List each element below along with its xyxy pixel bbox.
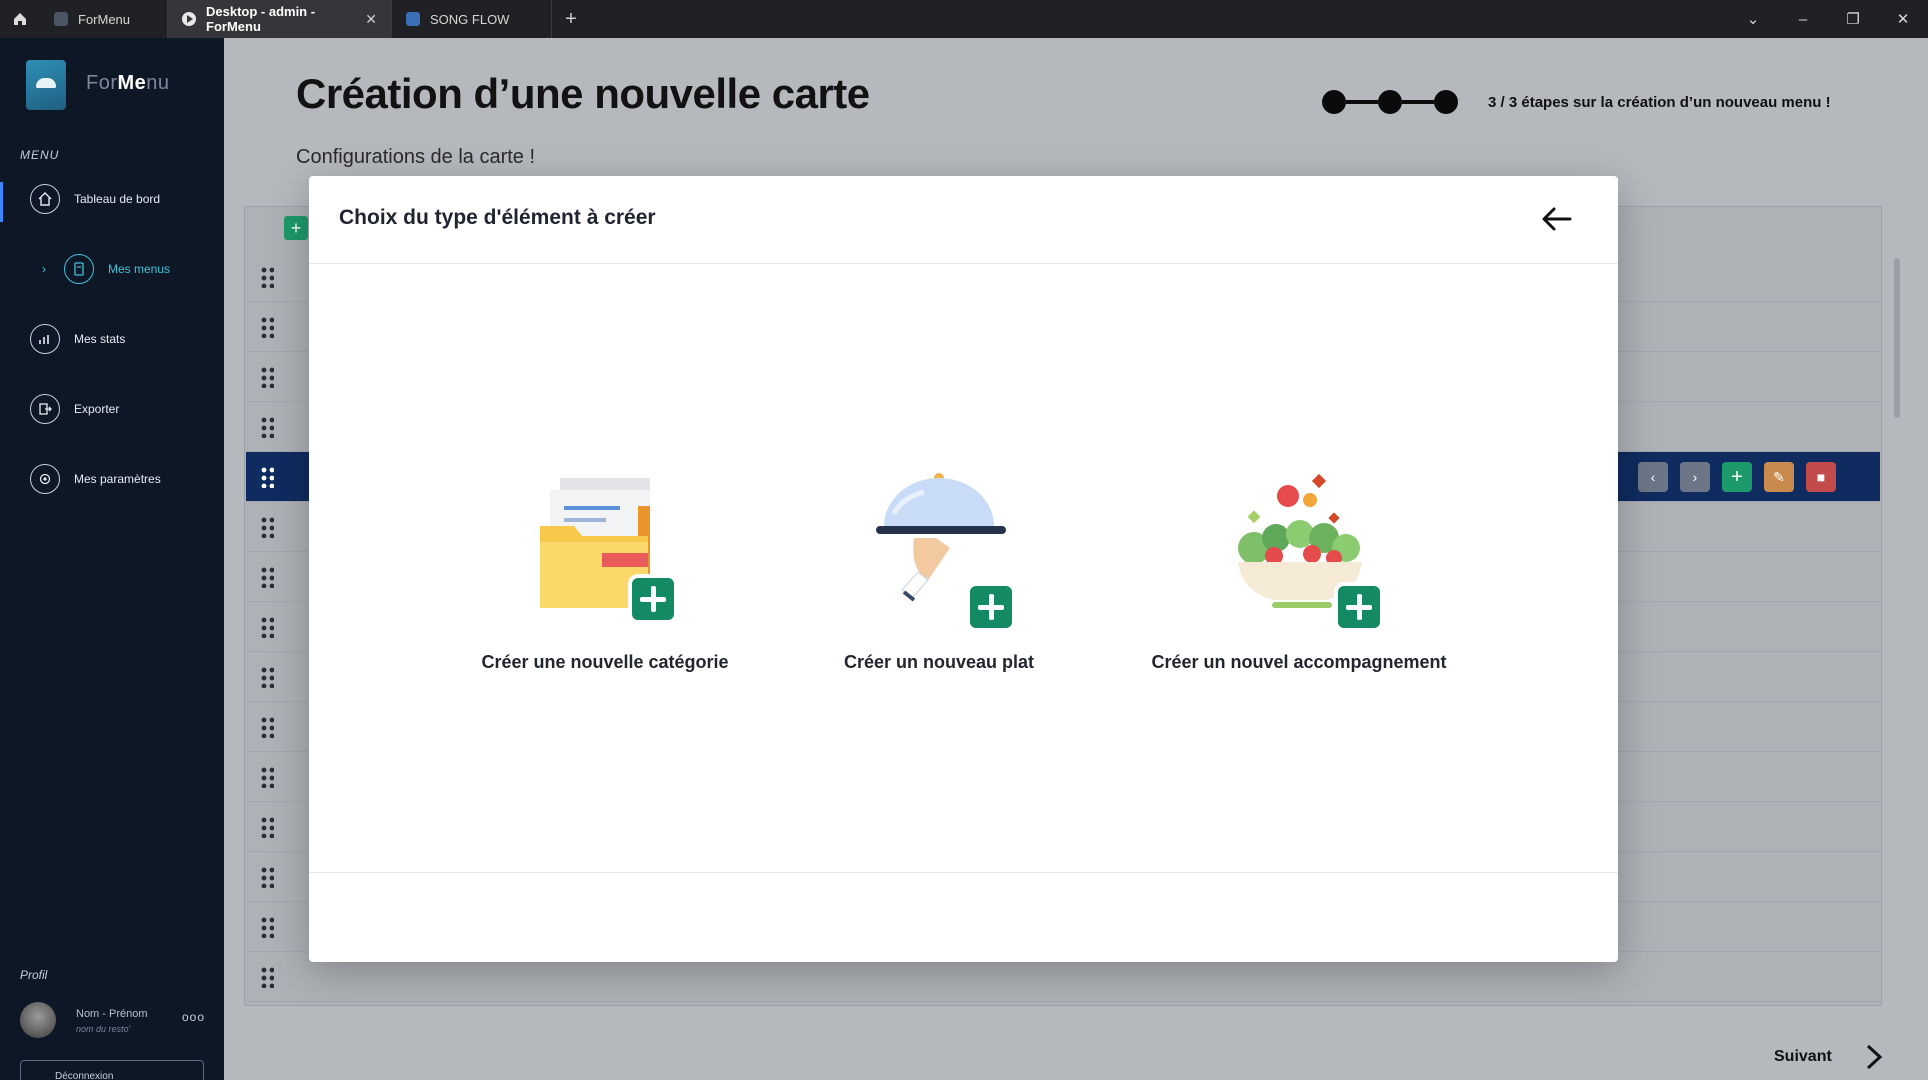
close-window-icon[interactable]: ✕ [1878, 10, 1928, 28]
create-side-dish-option[interactable]: Créer un nouvel accompagnement [1149, 458, 1449, 673]
drag-handle-icon[interactable] [260, 816, 274, 838]
brand-name: ForMenu [86, 72, 170, 94]
create-dish-option[interactable]: Créer un nouveau plat [789, 458, 1089, 673]
create-category-option[interactable]: Créer une nouvelle catégorie [455, 458, 755, 673]
page-subtitle: Configurations de la carte ! [296, 146, 536, 168]
move-right-button[interactable]: › [1680, 462, 1710, 492]
sidebar-item-label: Mes menus [108, 262, 171, 276]
step-dot [1378, 90, 1402, 114]
chevron-down-icon[interactable]: ⌄ [1728, 10, 1778, 28]
step-dot [1322, 90, 1346, 114]
tab-song-flow[interactable]: SONG FLOW [392, 0, 552, 38]
drag-handle-icon[interactable] [260, 316, 274, 338]
back-arrow-icon[interactable] [1540, 202, 1574, 236]
profile-section-label: Profil [20, 968, 48, 982]
drag-handle-icon[interactable] [260, 366, 274, 388]
sidebar-item-mes-parametres[interactable]: Mes paramètres [30, 464, 161, 494]
salad-plus-icon [1214, 458, 1384, 638]
play-icon [182, 12, 196, 26]
tab-label: ForMenu [78, 11, 131, 27]
edit-button[interactable]: ✎ [1764, 462, 1794, 492]
home-icon [30, 184, 60, 214]
modal-footer [309, 872, 1618, 962]
tab-desktop-admin[interactable]: Desktop - admin - ForMenu ✕ [168, 0, 392, 38]
sidebar-item-mes-menus[interactable]: › Mes menus [42, 254, 170, 284]
more-options-icon[interactable]: ooo [182, 1010, 205, 1024]
page-title: Création d’une nouvelle carte [296, 70, 870, 117]
drag-handle-icon[interactable] [260, 866, 274, 888]
drag-handle-icon[interactable] [260, 966, 274, 988]
move-left-button[interactable]: ‹ [1638, 462, 1668, 492]
drag-handle-icon[interactable] [260, 766, 274, 788]
element-type-modal: Choix du type d'élément à créer Créer un… [309, 176, 1618, 962]
browser-tabbar: ForMenu Desktop - admin - ForMenu ✕ SONG… [0, 0, 1928, 38]
song-flow-icon [406, 12, 420, 26]
export-icon [30, 394, 60, 424]
restore-icon[interactable]: ❐ [1828, 10, 1878, 28]
window-controls: ⌄ – ❐ ✕ [1728, 0, 1928, 38]
drag-handle-icon[interactable] [260, 616, 274, 638]
sidebar-item-label: Tableau de bord [74, 192, 161, 206]
sidebar-item-mes-stats[interactable]: Mes stats [30, 324, 125, 354]
choice-label: Créer un nouveau plat [843, 652, 1035, 672]
row-actions: ‹ › + ✎ ■ [1638, 462, 1836, 492]
step-status-text: 3 / 3 étapes sur la création d’un nouvea… [1488, 94, 1831, 111]
formenu-logo [26, 60, 66, 110]
delete-button[interactable]: ■ [1806, 462, 1836, 492]
modal-title: Choix du type d'élément à créer [339, 206, 656, 229]
plus-icon [1334, 582, 1384, 632]
avatar[interactable] [20, 1002, 56, 1038]
drag-handle-icon[interactable] [260, 516, 274, 538]
sidebar-item-exporter[interactable]: Exporter [30, 394, 119, 424]
tab-formenu[interactable]: ForMenu [40, 0, 168, 38]
folder-plus-icon [520, 458, 690, 638]
arrow-right-icon[interactable] [1860, 1044, 1886, 1070]
sidebar-item-label: Mes stats [74, 332, 126, 346]
plus-icon [628, 574, 678, 624]
step-progress-indicator [1322, 90, 1458, 114]
sidebar-item-tableau-de-bord[interactable]: Tableau de bord [30, 184, 160, 214]
scrollbar[interactable] [1894, 258, 1900, 418]
sidebar-item-label: Mes paramètres [74, 472, 161, 486]
sidebar-item-label: Exporter [74, 402, 120, 416]
profile-name: Nom - Prénom [76, 1008, 148, 1020]
choice-label: Créer un nouvel accompagnement [1151, 652, 1447, 672]
plus-icon [966, 582, 1016, 632]
code-icon [54, 12, 68, 26]
drag-handle-icon[interactable] [260, 916, 274, 938]
step-dot [1434, 90, 1458, 114]
choice-label: Créer une nouvelle catégorie [481, 652, 729, 672]
home-icon[interactable] [0, 0, 40, 38]
close-tab-icon[interactable]: ✕ [365, 11, 377, 28]
new-tab-button[interactable]: + [552, 0, 590, 38]
menu-book-icon [64, 254, 94, 284]
add-row-button[interactable]: + [284, 216, 308, 240]
drag-handle-icon[interactable] [260, 566, 274, 588]
drag-handle-icon[interactable] [260, 416, 274, 438]
chevron-right-icon: › [42, 262, 46, 276]
drag-handle-icon[interactable] [260, 266, 274, 288]
tab-label: Desktop - admin - ForMenu [206, 4, 316, 34]
drag-handle-icon[interactable] [260, 716, 274, 738]
active-indicator [0, 182, 3, 222]
cloche-plus-icon [854, 458, 1024, 638]
modal-header: Choix du type d'élément à créer [309, 176, 1618, 264]
stats-icon [30, 324, 60, 354]
add-item-button[interactable]: + [1722, 462, 1752, 492]
settings-icon [30, 464, 60, 494]
profile-restaurant: nom du resto' [76, 1024, 131, 1034]
drag-handle-icon[interactable] [260, 466, 274, 488]
drag-handle-icon[interactable] [260, 666, 274, 688]
tab-label: SONG FLOW [430, 11, 510, 27]
logout-button[interactable]: Déconnexion [20, 1060, 204, 1080]
next-button-label[interactable]: Suivant [1774, 1048, 1832, 1066]
app-sidebar: ForMenu MENU Tableau de bord › Mes menus… [0, 38, 224, 1080]
menu-section-label: MENU [20, 148, 60, 162]
minimize-icon[interactable]: – [1778, 11, 1828, 28]
